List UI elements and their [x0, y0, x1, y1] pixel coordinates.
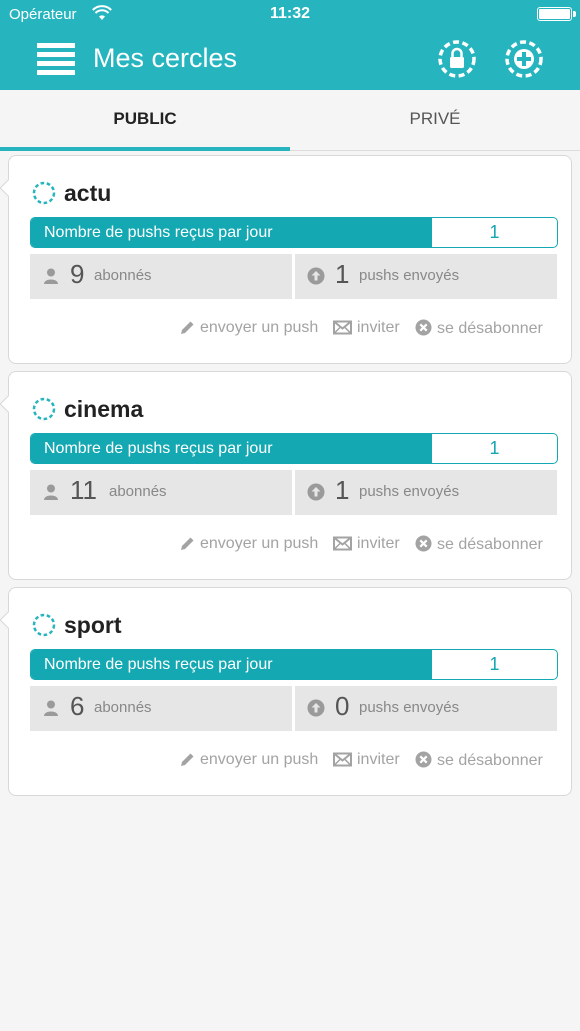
pushes-per-day-label: Nombre de pushs reçus par jour: [31, 434, 432, 463]
subscribers-label: abonnés: [109, 483, 167, 500]
pushes-sent-stat: 1 pushs envoyés: [295, 254, 557, 299]
send-push-label: envoyer un push: [200, 319, 319, 336]
circle-card: sport Nombre de pushs reçus par jour 1 6…: [0, 587, 572, 796]
circle-card: actu Nombre de pushs reçus par jour 1 9 …: [0, 155, 572, 364]
pushes-per-day-value[interactable]: 1: [432, 650, 557, 679]
arrow-up-circle-icon: [307, 267, 325, 285]
pushes-per-day-value[interactable]: 1: [432, 434, 557, 463]
invite-label: inviter: [357, 535, 400, 552]
subscribers-count: 9: [70, 259, 85, 289]
unsubscribe-button[interactable]: se désabonner: [415, 535, 543, 554]
user-icon: [44, 484, 58, 500]
circle-icon: [32, 613, 56, 637]
circle-card: cinema Nombre de pushs reçus par jour 1 …: [0, 371, 572, 580]
tab-bar: PUBLIC PRIVÉ: [0, 90, 580, 151]
subscribers-label: abonnés: [94, 267, 152, 284]
circle-name: cinema: [64, 396, 144, 422]
pencil-icon: [181, 753, 194, 766]
clock: 11:32: [269, 5, 311, 22]
menu-icon[interactable]: [37, 43, 75, 75]
unsubscribe-label: se désabonner: [437, 536, 543, 553]
add-circle-icon[interactable]: [504, 39, 544, 79]
close-circle-icon: [415, 751, 432, 768]
user-icon: [44, 268, 58, 284]
lock-circle-icon[interactable]: [437, 39, 477, 79]
pushes-per-day-control[interactable]: Nombre de pushs reçus par jour 1: [30, 217, 558, 248]
user-icon: [44, 700, 58, 716]
pushes-sent-stat: 0 pushs envoyés: [295, 686, 557, 731]
subscribers-stat: 9 abonnés: [30, 254, 292, 299]
pushes-sent-label: pushs envoyés: [359, 483, 460, 500]
pushes-per-day-label: Nombre de pushs reçus par jour: [31, 218, 432, 247]
pushes-sent-label: pushs envoyés: [359, 267, 460, 284]
pencil-icon: [181, 537, 194, 550]
send-push-label: envoyer un push: [200, 535, 319, 552]
send-push-button[interactable]: envoyer un push: [180, 319, 318, 337]
envelope-icon: [333, 536, 352, 551]
envelope-icon: [333, 320, 352, 335]
circle-icon: [32, 397, 56, 421]
status-bar: Opérateur 11:32: [0, 0, 580, 30]
circle-icon: [32, 181, 56, 205]
subscribers-label: abonnés: [94, 699, 152, 716]
arrow-up-circle-icon: [307, 699, 325, 717]
arrow-up-circle-icon: [307, 483, 325, 501]
circle-name: actu: [64, 180, 112, 206]
close-circle-icon: [415, 535, 432, 552]
pushes-sent-label: pushs envoyés: [359, 699, 460, 716]
pushes-per-day-control[interactable]: Nombre de pushs reçus par jour 1: [30, 433, 558, 464]
send-push-button[interactable]: envoyer un push: [180, 751, 318, 769]
close-circle-icon: [415, 319, 432, 336]
subscribers-count: 11: [70, 475, 97, 505]
tab-public[interactable]: PUBLIC: [0, 90, 290, 151]
subscribers-stat: 6 abonnés: [30, 686, 292, 731]
subscribers-stat: 11 abonnés: [30, 470, 292, 515]
pushes-sent-stat: 1 pushs envoyés: [295, 470, 557, 515]
invite-label: inviter: [357, 319, 400, 336]
unsubscribe-label: se désabonner: [437, 752, 543, 769]
circle-name: sport: [64, 612, 122, 638]
send-push-button[interactable]: envoyer un push: [180, 535, 318, 553]
pushes-per-day-control[interactable]: Nombre de pushs reçus par jour 1: [30, 649, 558, 680]
invite-label: inviter: [357, 751, 400, 768]
pushes-per-day-value[interactable]: 1: [432, 218, 557, 247]
app-header: Mes cercles: [0, 30, 580, 90]
unsubscribe-button[interactable]: se désabonner: [415, 319, 543, 338]
invite-button[interactable]: inviter: [333, 319, 400, 337]
unsubscribe-button[interactable]: se désabonner: [415, 751, 543, 770]
envelope-icon: [333, 752, 352, 767]
battery-icon: [537, 7, 576, 21]
send-push-label: envoyer un push: [200, 751, 319, 768]
subscribers-count: 6: [70, 691, 85, 721]
page-title: Mes cercles: [93, 43, 238, 73]
pushes-sent-count: 1: [335, 475, 350, 505]
invite-button[interactable]: inviter: [333, 751, 400, 769]
unsubscribe-label: se désabonner: [437, 320, 543, 337]
invite-button[interactable]: inviter: [333, 535, 400, 553]
pushes-sent-count: 0: [335, 691, 350, 721]
tab-private[interactable]: PRIVÉ: [290, 90, 580, 151]
pushes-per-day-label: Nombre de pushs reçus par jour: [31, 650, 432, 679]
pencil-icon: [181, 321, 194, 334]
pushes-sent-count: 1: [335, 259, 350, 289]
